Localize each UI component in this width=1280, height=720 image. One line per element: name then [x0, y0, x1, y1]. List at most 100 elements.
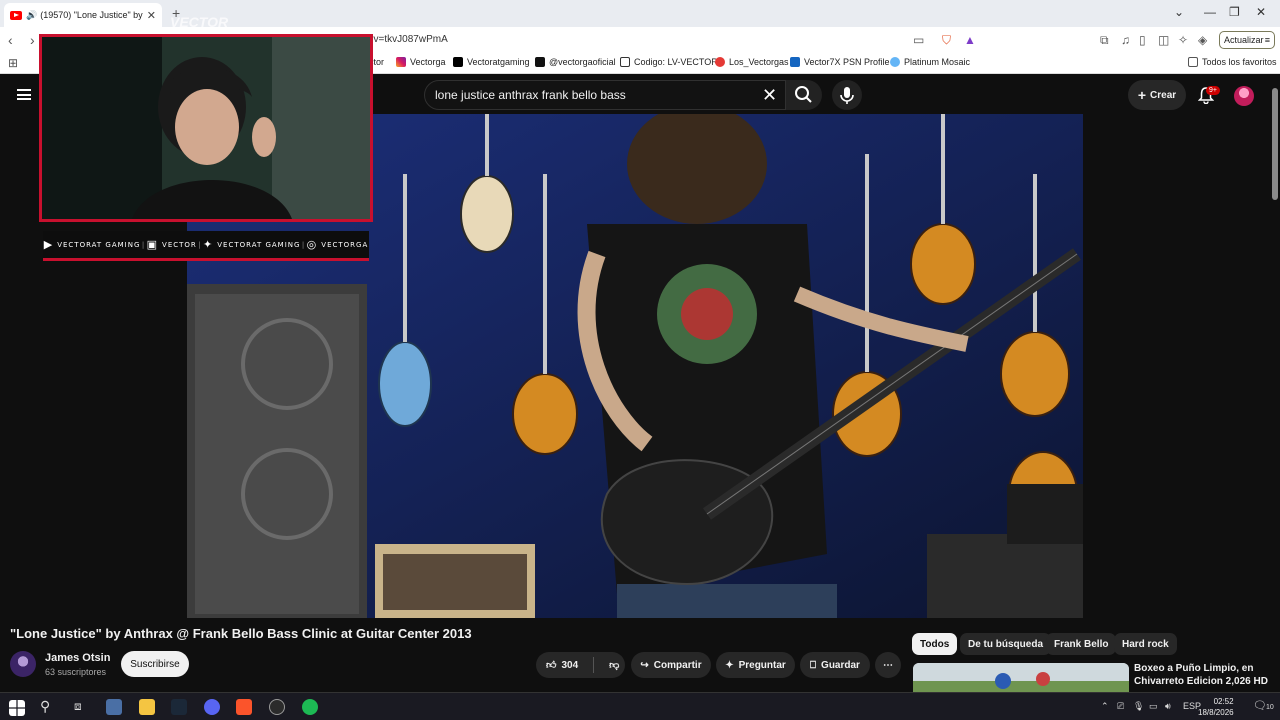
menu-icon: ≡ — [1264, 35, 1270, 45]
brave-browser-icon[interactable] — [236, 699, 252, 715]
bookmark-item[interactable]: Platinum Mosaic — [890, 57, 970, 67]
music-icon[interactable]: ♫ — [1121, 33, 1130, 47]
tray-app-icon[interactable]: ⎚ — [1117, 701, 1124, 712]
split-view-icon[interactable]: ◫ — [1158, 33, 1169, 47]
bookmark-label: Platinum Mosaic — [904, 57, 971, 67]
bookmark-item[interactable]: Vectorga — [396, 57, 446, 67]
document-icon — [620, 57, 630, 67]
instagram-icon: ◎ — [306, 238, 318, 251]
task-view-icon[interactable]: ⧈ — [74, 699, 82, 714]
like-count: 304 — [561, 659, 579, 671]
streamer-webcam — [39, 34, 373, 222]
recommendation-thumbnail[interactable] — [913, 663, 1129, 693]
bookmark-item[interactable]: Los_Vectorgas — [715, 57, 789, 67]
sidebar-icon[interactable]: ▯ — [1139, 33, 1146, 47]
back-icon[interactable]: ‹ — [8, 32, 13, 48]
sparkle-icon: ✦ — [725, 659, 734, 671]
chip-todos[interactable]: Todos — [912, 633, 958, 655]
bookmark-label: Vectoratgaming — [467, 57, 530, 67]
ask-label: Preguntar — [738, 659, 786, 671]
tab-title: (19570) "Lone Justice" by Anthrax — [40, 10, 143, 20]
bookmark-label: Todos los favoritos — [1202, 57, 1277, 67]
cast-icon[interactable]: ▭ — [913, 33, 924, 47]
ask-button[interactable]: ✦ Preguntar — [716, 652, 795, 678]
hamburger-menu-icon[interactable] — [17, 89, 31, 100]
bookmark-item[interactable]: @vectorgaoficial — [535, 57, 616, 67]
bookmark-item[interactable]: Codigo: LV-VECTOR — [620, 57, 718, 67]
clock-time: 02:52 — [1213, 697, 1234, 706]
tab-search-chevron-icon[interactable]: ⌄ — [1174, 5, 1184, 19]
vpn-icon[interactable]: ◈ — [1198, 33, 1207, 47]
steam-icon[interactable] — [171, 699, 187, 715]
channel-name[interactable]: James Otsin — [45, 652, 110, 664]
share-button[interactable]: ↪ Compartir — [631, 652, 711, 678]
minimize-icon[interactable]: — — [1204, 5, 1216, 19]
discord-icon[interactable] — [204, 699, 220, 715]
social-label: VECTORAT GAMING — [217, 240, 301, 249]
create-button[interactable]: + Crear — [1128, 80, 1186, 110]
forward-icon[interactable]: › — [30, 32, 35, 48]
extensions-icon[interactable]: ⧉ — [1100, 33, 1109, 48]
youtube-icon: ▶ — [43, 238, 54, 251]
bookmark-label: Vector7X PSN Profile — [804, 57, 890, 67]
webcam-feed — [42, 37, 370, 219]
browser-tab-youtube[interactable]: 🔊 (19570) "Lone Justice" by Anthrax ✕ — [4, 3, 162, 27]
page-scrollbar[interactable] — [1272, 88, 1278, 200]
update-button[interactable]: Actualizar ≡ — [1219, 31, 1275, 49]
chip-frank-bello[interactable]: Frank Bello — [1046, 633, 1117, 655]
tray-mic-icon[interactable]: 🎙︎ — [1133, 701, 1144, 712]
channel-avatar[interactable] — [10, 651, 36, 677]
bookmark-item[interactable]: Vectoratgaming — [453, 57, 530, 67]
subscriber-count: 63 suscriptores — [45, 667, 107, 677]
instagram-icon — [396, 57, 406, 67]
brave-shield-icon[interactable]: ⛉ — [942, 33, 951, 48]
chip-de-tu-busqueda[interactable]: De tu búsqueda — [960, 633, 1052, 655]
bookmark-label: @vectorgaoficial — [549, 57, 616, 67]
divider: | — [301, 240, 306, 249]
x-twitter-icon — [453, 57, 463, 67]
clock-date: 18/8/2026 — [1198, 708, 1234, 717]
streamer-social-bar: ▶ VECTORAT GAMING | ▣ VECTOR | ✦ VECTORAT G… — [43, 231, 369, 261]
network-icon[interactable]: ▭ — [1149, 701, 1158, 712]
obs-icon[interactable] — [269, 699, 285, 715]
account-avatar[interactable] — [1234, 86, 1254, 106]
like-button[interactable]: 👍︎ 304 — [546, 659, 579, 672]
bookmark-item[interactable]: Vector7X PSN Profile — [790, 57, 890, 67]
bookmark-icon: ⎕ — [810, 659, 817, 671]
search-icon — [795, 86, 812, 103]
volume-icon[interactable]: 🔊︎ — [1165, 701, 1171, 712]
subscribe-button[interactable]: Suscribirse — [121, 651, 189, 677]
voice-search-button[interactable] — [832, 80, 862, 110]
recommendation-title[interactable]: Boxeo a Puño Limpio, en Chivarreto Edici… — [1134, 662, 1274, 688]
clear-search-icon[interactable]: ✕ — [762, 85, 777, 106]
file-explorer-icon[interactable] — [106, 699, 122, 715]
more-icon: ⋯ — [883, 659, 893, 671]
social-youtube: ▶ VECTORAT GAMING — [44, 238, 141, 251]
chip-hard-rock[interactable]: Hard rock — [1114, 633, 1177, 655]
close-window-icon[interactable]: ✕ — [1256, 5, 1266, 19]
system-clock[interactable]: 02:52 18/8/2026 — [1198, 696, 1234, 718]
close-tab-icon[interactable]: ✕ — [147, 9, 156, 22]
social-twitter: ✦ VECTORAT GAMING — [203, 238, 300, 251]
maximize-icon[interactable]: ❐ — [1229, 5, 1240, 19]
share-label: Compartir — [653, 659, 702, 671]
twitch-icon: ▣ — [146, 238, 159, 251]
tray-chevron-icon[interactable]: ⌃ — [1101, 701, 1109, 712]
apps-grid-icon[interactable]: ⊞ — [8, 56, 18, 70]
windows-start-icon[interactable] — [9, 700, 25, 716]
search-button[interactable] — [786, 80, 822, 110]
search-input[interactable]: lone justice anthrax frank bello bass — [424, 80, 786, 110]
folder-icon[interactable] — [139, 699, 155, 715]
rewards-icon[interactable]: ▲ — [964, 33, 976, 47]
all-bookmarks-folder[interactable]: Todos los favoritos — [1188, 57, 1277, 67]
url-field[interactable]: ?v=tkvJ087wPmA — [368, 34, 448, 45]
bookmark-label: Codigo: LV-VECTOR — [634, 57, 718, 67]
save-button[interactable]: ⎕ Guardar — [800, 652, 870, 678]
search-icon[interactable]: ⚲ — [40, 698, 50, 715]
more-actions-button[interactable]: ⋯ — [875, 652, 901, 678]
spotify-icon[interactable] — [302, 699, 318, 715]
notification-center-icon[interactable]: 🗨︎ — [1253, 699, 1267, 712]
leo-ai-icon[interactable]: ✧ — [1178, 33, 1188, 47]
thumbnail-image — [913, 663, 1129, 693]
dislike-button[interactable]: 👎︎ — [609, 659, 619, 671]
